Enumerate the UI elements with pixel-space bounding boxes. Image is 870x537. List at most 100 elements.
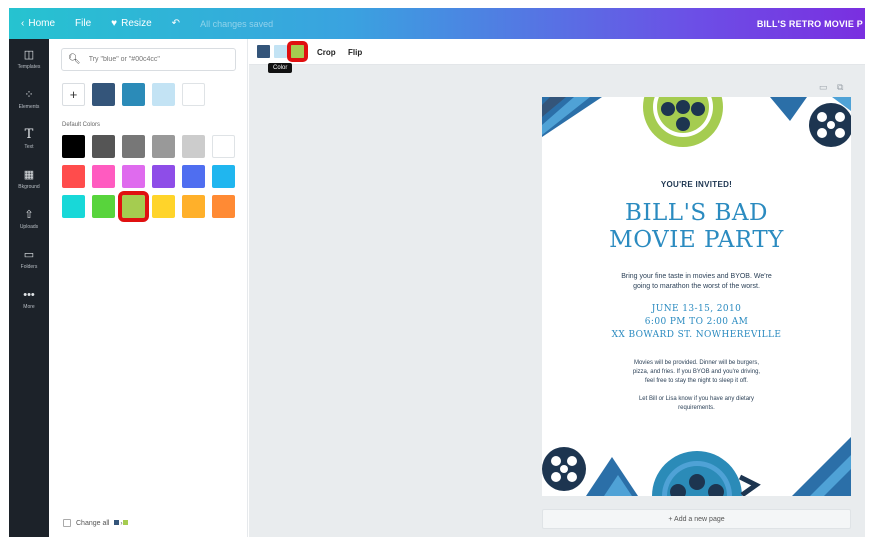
top-bar: ‹ Home File ♥ Resize ↶ All changes saved… <box>9 8 865 39</box>
rail-label: Folders <box>20 263 38 270</box>
default-color-swatch-selected[interactable] <box>118 191 149 222</box>
rail-label: Bkground <box>18 183 40 190</box>
resize-label: Resize <box>121 18 152 29</box>
change-all-preview: › <box>113 519 129 527</box>
home-button[interactable]: ‹ Home <box>9 8 65 39</box>
upload-icon: ⇧ <box>24 208 34 221</box>
to-color-chip <box>123 519 129 525</box>
title-line: BILL'S BAD <box>625 200 768 226</box>
details-line: Movies will be provided. Dinner will be … <box>633 360 760 366</box>
flip-button[interactable]: Flip <box>348 48 362 57</box>
heart-icon: ♥ <box>111 18 118 29</box>
default-color-swatch[interactable] <box>212 165 235 188</box>
undo-icon: ↶ <box>171 18 181 29</box>
default-color-swatch[interactable] <box>92 135 115 158</box>
intro-text[interactable]: Bring your fine taste in movies and BYOB… <box>542 272 851 292</box>
document-color-swatch[interactable] <box>122 83 145 106</box>
rail-item-folders[interactable]: ▭ Folders <box>9 239 49 279</box>
event-date[interactable]: JUNE 13-15, 2010 <box>542 303 851 316</box>
background-icon: ▦ <box>23 168 35 181</box>
chevron-left-icon: ‹ <box>21 18 25 29</box>
rail-item-uploads[interactable]: ⇧ Uploads <box>9 199 49 239</box>
color-search[interactable]: 🔍︎ <box>61 48 236 71</box>
event-time[interactable]: 6:00 PM TO 2:00 AM <box>542 316 851 329</box>
layout-icon: ◫ <box>23 48 35 61</box>
details-text[interactable]: Movies will be provided. Dinner will be … <box>542 359 851 386</box>
rail-label: More <box>23 303 35 310</box>
film-graphics <box>542 97 851 496</box>
color-swatch-button-active[interactable] <box>287 41 308 62</box>
default-color-swatch[interactable] <box>152 195 175 218</box>
search-icon: 🔍︎ <box>68 54 81 65</box>
add-page-button[interactable]: + Add a new page <box>542 509 851 529</box>
document-color-swatch[interactable] <box>152 83 175 106</box>
plus-icon: + <box>69 87 78 102</box>
rail-label: Text <box>24 143 34 150</box>
dietary-text[interactable]: Let Bill or Lisa know if you have any di… <box>542 395 851 413</box>
folder-icon: ▭ <box>23 248 35 261</box>
default-colors-grid <box>62 135 235 222</box>
document-colors: + <box>62 83 205 106</box>
dietary-line: Let Bill or Lisa know if you have any di… <box>638 396 755 402</box>
default-color-swatch[interactable] <box>212 135 235 158</box>
intro-line: Bring your fine taste in movies and BYOB… <box>621 273 772 280</box>
default-color-swatch[interactable] <box>122 135 145 158</box>
party-title[interactable]: BILL'S BAD MOVIE PARTY <box>542 200 851 254</box>
default-color-swatch[interactable] <box>212 195 235 218</box>
resize-button[interactable]: ♥ Resize <box>101 8 162 39</box>
event-address[interactable]: XX BOWARD ST. NOWHEREVILLE <box>542 329 851 342</box>
file-menu[interactable]: File <box>65 8 101 39</box>
default-color-swatch[interactable] <box>152 135 175 158</box>
default-color-swatch[interactable] <box>62 135 85 158</box>
text-icon: T <box>24 126 34 142</box>
home-label: Home <box>28 18 56 29</box>
change-all-label: Change all <box>76 519 110 527</box>
color-swatch-button[interactable] <box>257 45 270 58</box>
intro-line: going to marathon the worst of the worst… <box>633 283 760 290</box>
color-swatch-button[interactable] <box>274 45 287 58</box>
rail-item-text[interactable]: T Text <box>9 119 49 159</box>
dietary-line: requirements. <box>678 405 715 411</box>
rail-item-more[interactable]: ••• More <box>9 279 49 319</box>
default-color-swatch[interactable] <box>182 135 205 158</box>
element-toolbar: Crop Flip <box>249 39 865 65</box>
default-color-swatch[interactable] <box>92 165 115 188</box>
undo-button[interactable]: ↶ <box>162 8 190 39</box>
rail-item-elements[interactable]: ⁘ Elements <box>9 79 49 119</box>
document-color-swatch[interactable] <box>92 83 115 106</box>
default-color-swatch[interactable] <box>92 195 115 218</box>
crop-button[interactable]: Crop <box>317 48 336 57</box>
invited-heading[interactable]: YOU'RE INVITED! <box>542 180 851 189</box>
save-status: All changes saved <box>200 18 274 29</box>
add-color-button[interactable]: + <box>62 83 85 106</box>
change-all-checkbox[interactable] <box>63 519 71 527</box>
details-line: feel free to stay the night to sleep it … <box>645 378 748 384</box>
rail-item-templates[interactable]: ◫ Templates <box>9 39 49 79</box>
copy-page-icon[interactable]: ⧉ <box>837 82 843 93</box>
rail-label: Templates <box>17 63 41 70</box>
document-color-swatch[interactable] <box>182 83 205 106</box>
comment-icon[interactable]: ▭ <box>819 82 828 93</box>
rail-label: Uploads <box>19 223 39 230</box>
default-color-swatch[interactable] <box>62 165 85 188</box>
default-color-swatch[interactable] <box>122 165 145 188</box>
document-title[interactable]: BILL'S RETRO MOVIE P <box>757 8 865 39</box>
default-color-swatch[interactable] <box>152 165 175 188</box>
design-page[interactable]: YOU'RE INVITED! BILL'S BAD MOVIE PARTY B… <box>542 97 851 496</box>
default-color-swatch[interactable] <box>62 195 85 218</box>
shapes-icon: ⁘ <box>24 88 34 101</box>
default-color-swatch[interactable] <box>182 165 205 188</box>
title-line: MOVIE PARTY <box>609 227 784 253</box>
canvas-area: Crop Flip Color ▭ ⧉ uantrimang <box>249 39 865 537</box>
side-rail: ◫ Templates ⁘ Elements T Text ▦ Bkground… <box>9 39 49 537</box>
color-panel: 🔍︎ + Default Colors Change all › <box>49 39 248 537</box>
color-tooltip: Color <box>268 63 293 73</box>
rail-item-background[interactable]: ▦ Bkground <box>9 159 49 199</box>
color-search-input[interactable] <box>88 56 229 63</box>
from-color-chip <box>114 519 120 525</box>
default-colors-label: Default Colors <box>62 122 101 128</box>
rail-label: Elements <box>18 103 40 110</box>
change-all-toggle[interactable]: Change all › <box>63 519 129 527</box>
details-line: pizza, and fries. If you BYOB and you're… <box>632 369 761 375</box>
default-color-swatch[interactable] <box>182 195 205 218</box>
